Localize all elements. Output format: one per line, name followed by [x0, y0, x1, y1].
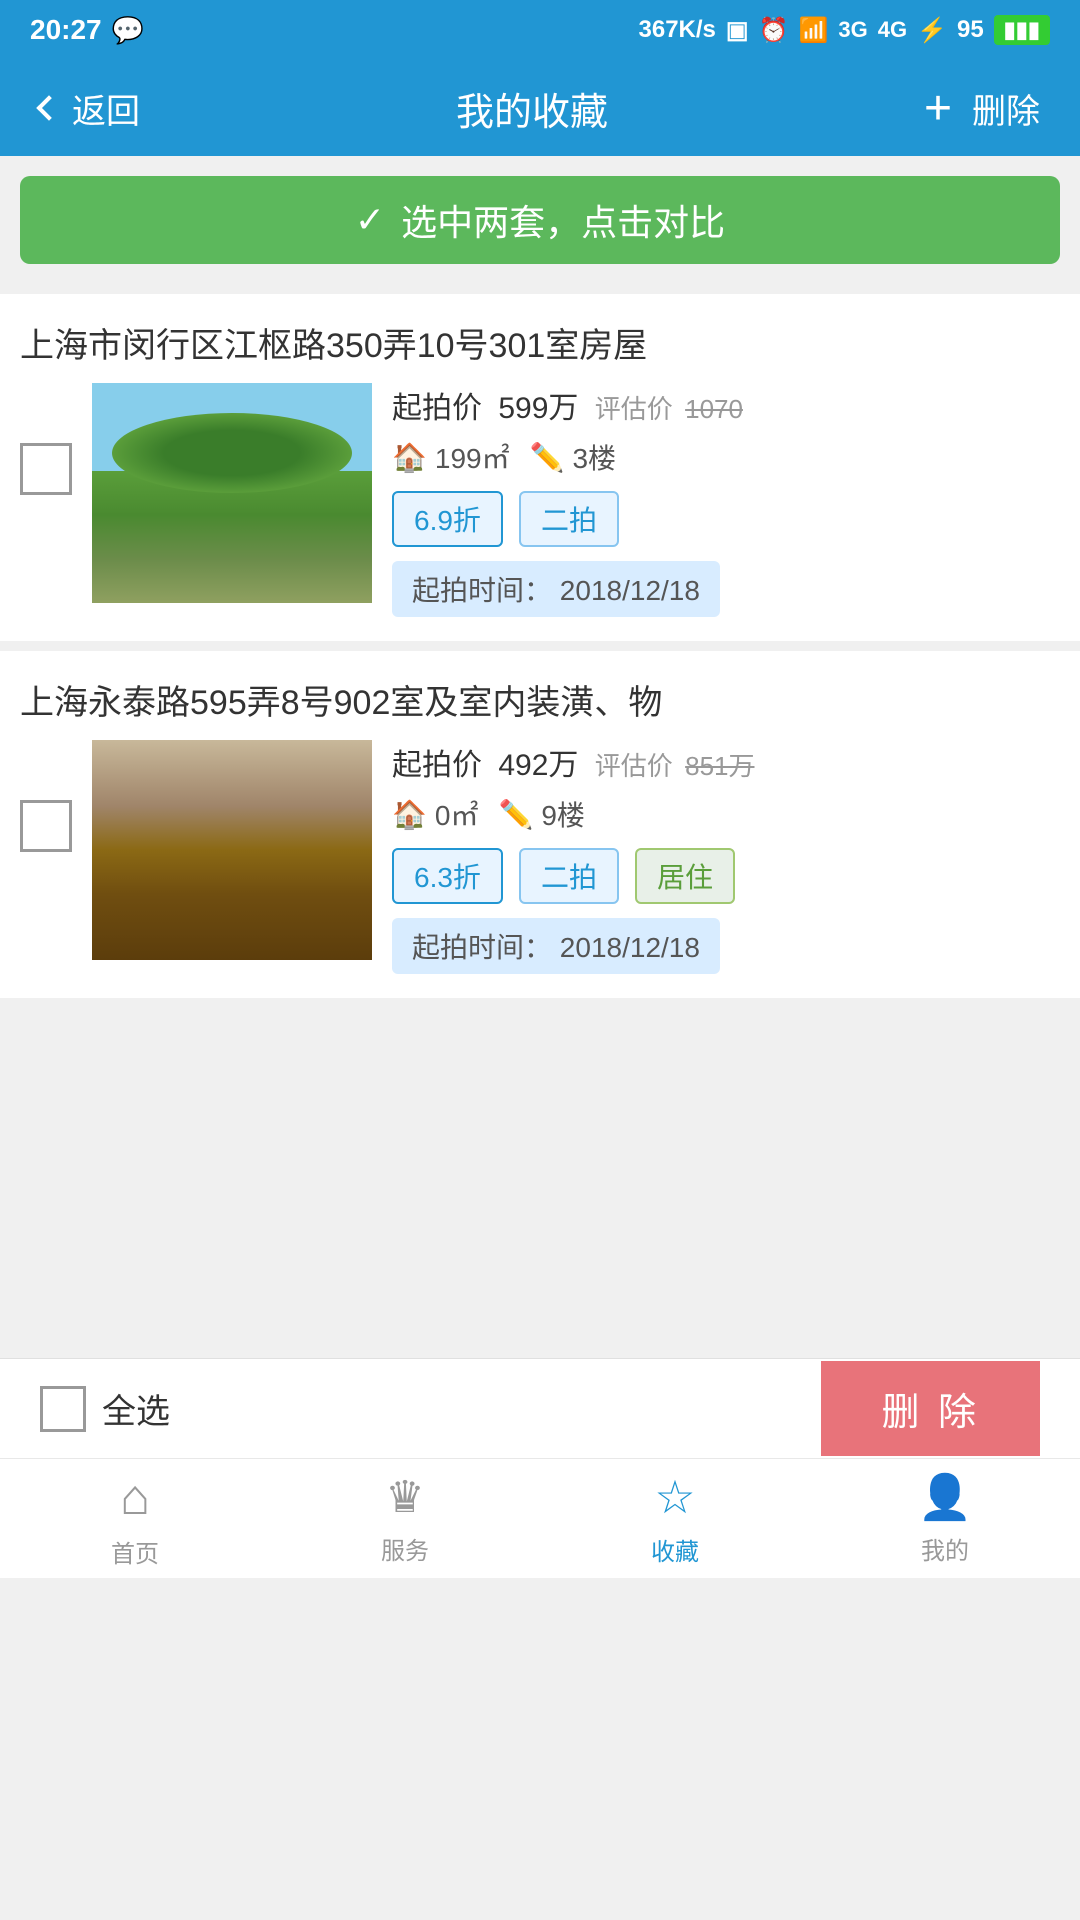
page-title: 我的收藏	[456, 81, 608, 136]
start-price-2: 492万	[498, 749, 578, 782]
back-arrow-icon	[36, 95, 61, 120]
add-button[interactable]: +	[924, 81, 952, 136]
status-left: 20:27 💬	[30, 14, 144, 46]
eval-label-1: 评估价	[595, 394, 673, 424]
eval-label-2: 评估价	[595, 751, 673, 781]
floor-icon-1: ✏️	[530, 441, 565, 474]
service-icon: ♛	[385, 1472, 424, 1523]
area-item-2: 🏠 0㎡	[392, 794, 478, 834]
delete-button[interactable]: 删 除	[821, 1361, 1040, 1456]
status-app-icon: 💬	[112, 15, 144, 46]
price-row-2: 起拍价 492万 评估价 851万	[392, 740, 1060, 784]
nav-label-service: 服务	[381, 1531, 429, 1566]
eval-price-1: 1070	[685, 394, 743, 424]
floor-icon-2: ✏️	[498, 798, 533, 831]
property-info-1: 起拍价 599万 评估价 1070 🏠 199㎡ ✏️ 3楼	[392, 383, 1060, 617]
nav-actions: + 删除	[924, 81, 1040, 136]
back-label: 返回	[72, 84, 140, 133]
floor-item-1: ✏️ 3楼	[530, 437, 616, 477]
status-wifi-icon: 📶	[798, 16, 828, 45]
property-card-1: 上海市闵行区江枢路350弄10号301室房屋 起拍价 599万 评估价 1070…	[0, 294, 1080, 641]
floor-value-2: 9楼	[541, 794, 585, 834]
area-value-1: 199㎡	[435, 437, 510, 477]
empty-area	[0, 1018, 1080, 1358]
select-all-label: 全选	[102, 1384, 170, 1433]
select-checkbox-1[interactable]	[20, 443, 72, 495]
date-row-2: 起拍时间： 2018/12/18	[392, 918, 720, 974]
nav-item-service[interactable]: ♛ 服务	[270, 1459, 540, 1578]
status-bar: 20:27 💬 367K/s ▣ ⏰ 📶 3G 4G ⚡ 95 ▮▮▮	[0, 0, 1080, 60]
status-right: 367K/s ▣ ⏰ 📶 3G 4G ⚡ 95 ▮▮▮	[639, 15, 1051, 45]
tag-discount-2: 6.3折	[392, 848, 503, 904]
floor-value-1: 3楼	[572, 437, 616, 477]
select-all-checkbox[interactable]	[40, 1386, 86, 1432]
start-price-1: 599万	[498, 392, 578, 425]
tags-row-1: 6.9折 二拍	[392, 491, 1060, 547]
status-battery: 95	[957, 16, 984, 44]
select-checkbox-2[interactable]	[20, 800, 72, 852]
floor-item-2: ✏️ 9楼	[498, 794, 584, 834]
tags-row-2: 6.3折 二拍 居住	[392, 848, 1060, 904]
nav-label-mine: 我的	[921, 1531, 969, 1566]
price-row-1: 起拍价 599万 评估价 1070	[392, 383, 1060, 427]
area-value-2: 0㎡	[435, 794, 479, 834]
area-icon-2: 🏠	[392, 798, 427, 831]
date-value-2: 2018/12/18	[560, 932, 700, 963]
date-value-1: 2018/12/18	[560, 575, 700, 606]
header-delete-button[interactable]: 删除	[972, 84, 1040, 133]
status-network: 367K/s	[639, 16, 716, 44]
status-time: 20:27	[30, 14, 102, 46]
status-charge-icon: ⚡	[917, 16, 947, 45]
nav-bar: 返回 我的收藏 + 删除	[0, 60, 1080, 156]
property-info-2: 起拍价 492万 评估价 851万 🏠 0㎡ ✏️ 9楼 6.	[392, 740, 1060, 974]
area-icon-1: 🏠	[392, 441, 427, 474]
property-list: 上海市闵行区江枢路350弄10号301室房屋 起拍价 599万 评估价 1070…	[0, 274, 1080, 1018]
nav-label-home: 首页	[111, 1534, 159, 1569]
status-signal-3g-icon: 3G	[838, 17, 867, 43]
eval-price-2: 851万	[685, 751, 754, 781]
home-icon: ⌂	[120, 1468, 150, 1526]
favorites-icon: ☆	[654, 1470, 695, 1524]
nav-item-favorites[interactable]: ☆ 收藏	[540, 1459, 810, 1578]
tag-type-2: 居住	[635, 848, 735, 904]
compare-check-icon: ✓	[355, 199, 385, 241]
property-image-2	[92, 740, 372, 960]
bottom-action-bar: 全选 删 除	[0, 1358, 1080, 1458]
tag-discount-1: 6.9折	[392, 491, 503, 547]
property-title-2: 上海永泰路595弄8号902室及室内装潢、物	[20, 675, 1060, 724]
tag-round-2: 二拍	[519, 848, 619, 904]
nav-item-mine[interactable]: 👤 我的	[810, 1459, 1080, 1578]
property-card-2: 上海永泰路595弄8号902室及室内装潢、物 起拍价 492万 评估价 851万…	[0, 651, 1080, 998]
detail-row-1: 🏠 199㎡ ✏️ 3楼	[392, 437, 1060, 477]
status-clock-icon: ⏰	[759, 16, 789, 45]
status-battery-icon: ▮▮▮	[994, 15, 1050, 45]
nav-label-favorites: 收藏	[651, 1532, 699, 1567]
property-title-1: 上海市闵行区江枢路350弄10号301室房屋	[20, 318, 1060, 367]
status-sim-icon: ▣	[726, 16, 749, 45]
back-button[interactable]: 返回	[40, 84, 140, 133]
mine-icon: 👤	[918, 1471, 973, 1523]
checkbox-wrap-2[interactable]	[20, 740, 72, 852]
nav-item-home[interactable]: ⌂ 首页	[0, 1459, 270, 1578]
checkbox-wrap-1[interactable]	[20, 383, 72, 495]
property-image-1	[92, 383, 372, 603]
select-all-wrap[interactable]: 全选	[40, 1384, 170, 1433]
start-price-label-2: 起拍价	[392, 749, 482, 782]
start-price-label-1: 起拍价	[392, 392, 482, 425]
status-signal-4g-icon: 4G	[878, 17, 907, 43]
compare-banner[interactable]: ✓ 选中两套，点击对比	[20, 176, 1060, 264]
area-item-1: 🏠 199㎡	[392, 437, 510, 477]
date-label-2: 起拍时间：	[412, 932, 552, 963]
bottom-nav: ⌂ 首页 ♛ 服务 ☆ 收藏 👤 我的	[0, 1458, 1080, 1578]
date-label-1: 起拍时间：	[412, 575, 552, 606]
compare-label: 选中两套，点击对比	[401, 194, 725, 246]
detail-row-2: 🏠 0㎡ ✏️ 9楼	[392, 794, 1060, 834]
tag-round-1: 二拍	[519, 491, 619, 547]
date-row-1: 起拍时间： 2018/12/18	[392, 561, 720, 617]
